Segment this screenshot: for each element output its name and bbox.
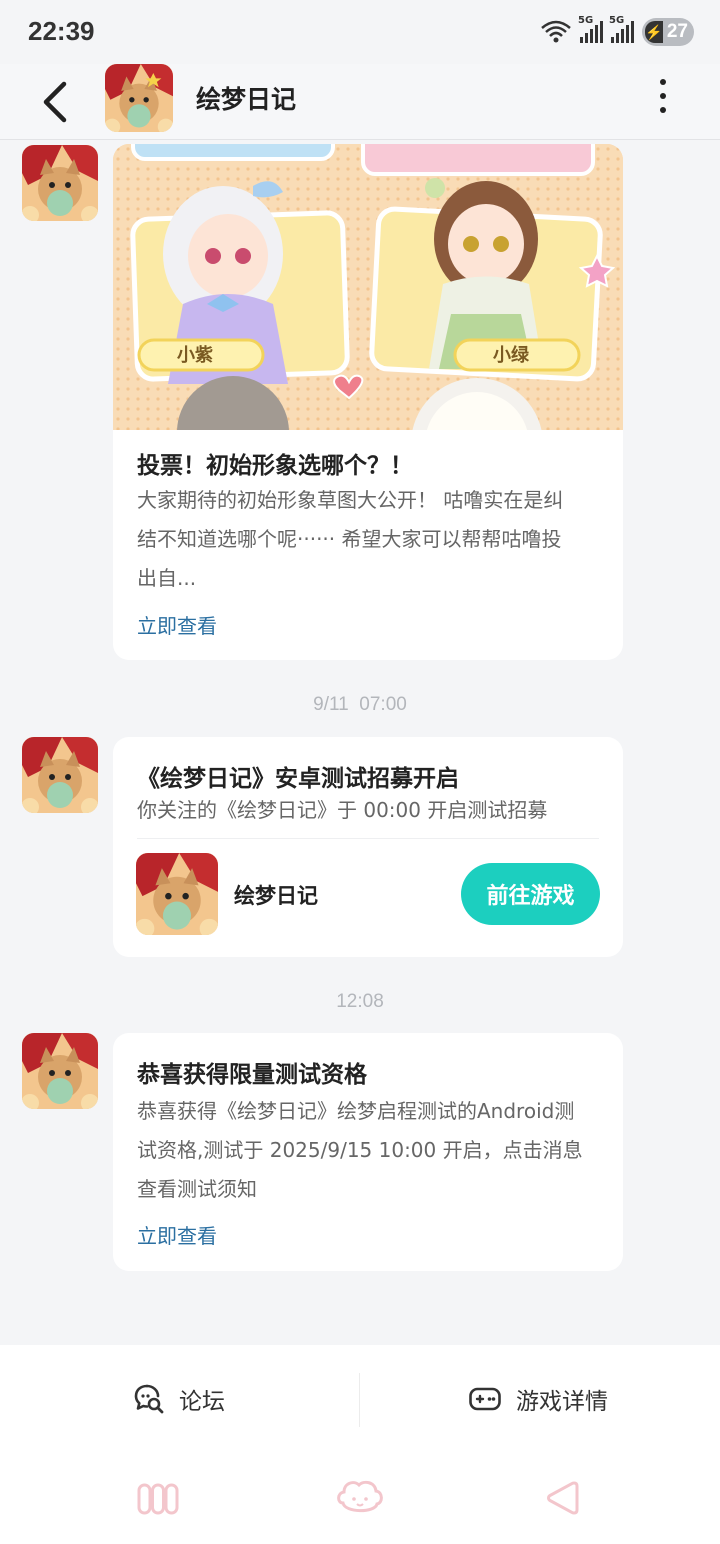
- battery-charging-icon: ⚡ 27: [642, 18, 694, 46]
- action-bar: 论坛 游戏详情: [0, 1345, 720, 1455]
- message-body-line: 结不知道选哪个呢······ 希望大家可以帮帮咕噜投: [137, 527, 562, 551]
- chat-search-icon: [134, 1384, 164, 1414]
- message-title: 恭喜获得限量测试资格: [137, 1062, 367, 1088]
- system-nav-bar: [0, 1455, 720, 1544]
- message-body-line: 查看测试须知: [137, 1177, 257, 1201]
- chevron-left-icon: [43, 81, 67, 123]
- message-body: 大家期待的初始形象草图大公开！ 咕噜实在是纠 结不知道选哪个呢······ 希望…: [137, 481, 603, 598]
- gamepad-icon: [469, 1387, 501, 1411]
- network-type-2: 5G: [609, 15, 625, 26]
- message-body-line: 试资格,测试于 2025/9/15 10:00 开启，点击消息: [137, 1138, 583, 1162]
- forum-button[interactable]: 论坛: [133, 1373, 225, 1425]
- page-title: 绘梦日记: [196, 85, 297, 114]
- game-icon[interactable]: [105, 64, 173, 132]
- game-icon[interactable]: [136, 853, 218, 935]
- sender-avatar[interactable]: [22, 737, 98, 813]
- recent-apps-icon[interactable]: [137, 1481, 179, 1517]
- home-icon[interactable]: [335, 1477, 385, 1519]
- status-time: 22:39: [28, 16, 95, 46]
- game-icon-art: [136, 853, 218, 935]
- status-icons: 5G 5G ⚡ 27: [540, 15, 694, 48]
- game-name: 绘梦日记: [234, 884, 318, 908]
- network-type-1: 5G: [578, 15, 594, 26]
- game-icon-art: [105, 64, 173, 132]
- banner-label-green: 小绿: [493, 345, 529, 366]
- signal-icon: 5G: [609, 15, 634, 43]
- charging-bolt-icon: ⚡: [645, 21, 663, 43]
- wifi-icon: [541, 20, 571, 43]
- message-title: 投票！初始形象选哪个？！: [137, 453, 413, 479]
- message-body-line: 大家期待的初始形象草图大公开！ 咕噜实在是纠: [137, 488, 564, 512]
- message-body: 恭喜获得《绘梦日记》绘梦启程测试的Android测 试资格,测试于 2025/9…: [137, 1092, 607, 1209]
- message-body-line: 恭喜获得《绘梦日记》绘梦启程测试的Android测: [137, 1099, 575, 1123]
- back-icon[interactable]: [544, 1479, 580, 1517]
- message-card[interactable]: 《绘梦日记》安卓测试招募开启 你关注的《绘梦日记》于 00:00 开启测试招募 …: [113, 737, 623, 957]
- message-title: 《绘梦日记》安卓测试招募开启: [137, 766, 459, 792]
- sender-avatar[interactable]: [22, 1033, 98, 1109]
- message-body-line: 出自...: [137, 566, 197, 590]
- banner-art: [113, 144, 623, 430]
- banner-image: 小紫 小绿: [113, 144, 623, 430]
- game-icon-art: [22, 737, 98, 813]
- sender-avatar[interactable]: [22, 145, 98, 221]
- game-icon-art: [22, 1033, 98, 1109]
- more-vertical-icon: [660, 79, 666, 85]
- game-icon-art: [22, 145, 98, 221]
- more-button[interactable]: [648, 76, 678, 116]
- forum-label: 论坛: [179, 1389, 225, 1415]
- view-now-link[interactable]: 立即查看: [137, 610, 217, 639]
- message-subtitle: 你关注的《绘梦日记》于 00:00 开启测试招募: [137, 798, 548, 822]
- game-details-label: 游戏详情: [516, 1389, 608, 1415]
- message-card[interactable]: 恭喜获得限量测试资格 恭喜获得《绘梦日记》绘梦启程测试的Android测 试资格…: [113, 1033, 623, 1271]
- banner-label-purple: 小紫: [177, 345, 213, 366]
- divider: [137, 838, 599, 839]
- message-card[interactable]: 小紫 小绿 投票！初始形象选哪个？！ 大家期待的初始形象草图大公开！ 咕噜实在是…: [113, 144, 623, 660]
- battery-level: 27: [666, 21, 688, 42]
- message-time: 12:08: [336, 991, 384, 1012]
- game-details-button[interactable]: 游戏详情: [468, 1373, 608, 1425]
- go-to-game-button[interactable]: 前往游戏: [461, 863, 600, 925]
- header: 绘梦日记: [0, 64, 720, 140]
- signal-icon: 5G: [578, 15, 603, 43]
- view-now-link[interactable]: 立即查看: [137, 1220, 217, 1249]
- status-bar: 22:39 5G 5G ⚡ 27: [0, 0, 720, 64]
- action-divider: [359, 1373, 360, 1427]
- back-button[interactable]: [34, 72, 82, 128]
- message-time: 9/11 07:00: [313, 694, 407, 715]
